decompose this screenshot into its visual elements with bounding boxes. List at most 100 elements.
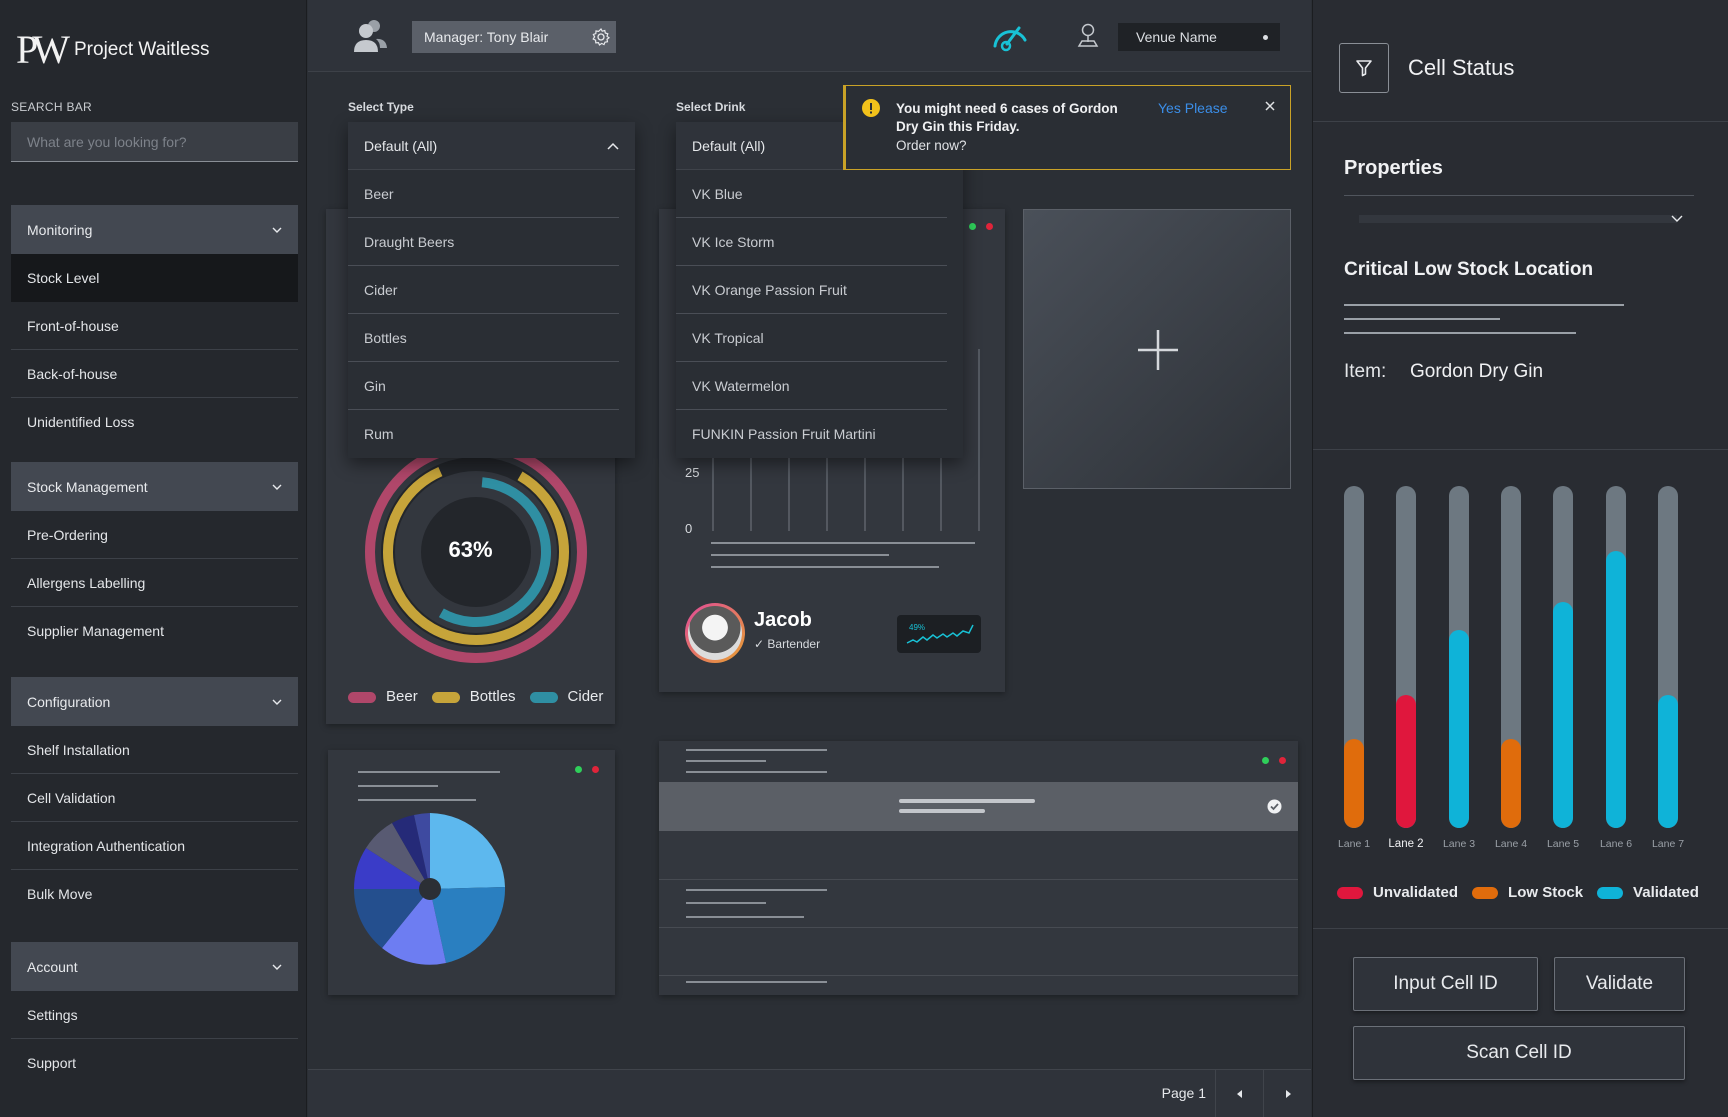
search-label: SEARCH BAR [11,100,93,114]
item-label: Item: [1344,361,1387,382]
prev-page-button[interactable] [1215,1070,1263,1117]
lane-fill-5 [1553,602,1573,828]
nav-group-configuration: Configuration Shelf Installation Cell Va… [11,677,298,918]
type-option[interactable]: Draught Beers [348,218,619,266]
lane-bar-2[interactable] [1396,486,1416,828]
lane-fill-1 [1344,739,1364,828]
pie-card [328,750,615,995]
filter-icon [1356,60,1372,77]
scan-cell-id-button[interactable]: Scan Cell ID [1353,1026,1685,1080]
page-label: Page 1 [1161,1085,1206,1101]
divider [1313,449,1728,450]
location-pin-icon[interactable] [1076,22,1100,48]
nav-head-label: Monitoring [27,221,93,238]
check-icon: ✓ [754,637,768,651]
lane-bar-3[interactable] [1449,486,1469,828]
alert-action-link[interactable]: Yes Please [1158,100,1228,116]
type-option[interactable]: Gin [348,362,619,410]
stock-alert: You might need 6 cases of Gordon Dry Gin… [843,85,1291,170]
select-type-dropdown: Default (All) Beer Draught Beers Cider B… [348,122,635,458]
lane-bar-4[interactable] [1501,486,1521,828]
venue-select[interactable]: Venue Name [1118,23,1280,51]
caret-right-icon [1285,1090,1291,1098]
sidebar-item-pre-ordering[interactable]: Pre-Ordering [11,511,298,559]
sidebar-item-bulk-move[interactable]: Bulk Move [11,870,298,918]
type-option[interactable]: Rum [348,410,619,458]
status-dot-green [1262,757,1269,764]
gauge-icon[interactable] [990,18,1030,52]
row-divider [659,975,1298,976]
sidebar-item-stock-level[interactable]: Stock Level [11,254,298,302]
sidebar-item-supplier-management[interactable]: Supplier Management [11,607,298,655]
drink-option[interactable]: VK Tropical [676,314,947,362]
sidebar-item-cell-validation[interactable]: Cell Validation [11,774,298,822]
nav-head-label: Account [27,958,78,975]
chevron-up-icon [607,142,619,150]
drink-option[interactable]: VK Orange Passion Fruit [676,266,947,314]
lane-bar-6[interactable] [1606,486,1626,828]
sidebar-item-integration-authentication[interactable]: Integration Authentication [11,822,298,870]
manager-select[interactable]: Manager: Tony Blair [412,21,616,53]
lane-bar-7[interactable] [1658,486,1678,828]
sidebar-item-back-of-house[interactable]: Back-of-house [11,350,298,398]
drink-option[interactable]: FUNKIN Passion Fruit Martini [676,410,947,458]
lane-fill-2 [1396,695,1416,828]
sparkline-chart [906,624,974,644]
chevron-down-icon[interactable] [1671,214,1683,224]
drink-option[interactable]: VK Watermelon [676,362,947,410]
type-option[interactable]: Cider [348,266,619,314]
select-type-value: Default (All) [364,137,438,154]
placeholder-line [1344,332,1576,334]
sidebar-item-allergens-labelling[interactable]: Allergens Labelling [11,559,298,607]
placeholder-line [686,749,827,751]
properties-select[interactable] [1359,215,1677,223]
app-logo[interactable]: PW Project Waitless [16,30,210,70]
nav-head-configuration[interactable]: Configuration [11,677,298,726]
drink-option[interactable]: VK Blue [676,170,947,218]
nav-head-monitoring[interactable]: Monitoring [11,205,298,254]
type-option[interactable]: Beer [348,170,619,218]
next-page-button[interactable] [1263,1070,1311,1117]
placeholder-line [899,799,1035,803]
list-row-selected[interactable] [659,782,1298,831]
lane-label-7: Lane 7 [1651,838,1685,850]
select-type-toggle[interactable]: Default (All) [348,122,635,170]
venue-label: Venue Name [1136,29,1217,45]
sidebar-item-unidentified-loss[interactable]: Unidentified Loss [11,398,298,446]
sidebar-item-front-of-house[interactable]: Front-of-house [11,302,298,350]
lane-legend: Unvalidated Low Stock Validated [1337,884,1699,901]
type-option[interactable]: Bottles [348,314,619,362]
add-widget-card[interactable] [1023,209,1291,489]
row-divider [659,879,1298,880]
lane-fill-4 [1501,739,1521,828]
gear-icon[interactable] [592,28,610,46]
y-tick-0: 0 [685,521,693,536]
sidebar-item-support[interactable]: Support [11,1039,298,1087]
legend-low-stock: Low Stock [1472,884,1583,901]
close-icon[interactable] [1264,100,1276,112]
filter-button[interactable] [1339,43,1389,93]
sidebar-item-settings[interactable]: Settings [11,991,298,1039]
lane-bar-5[interactable] [1553,486,1573,828]
users-icon[interactable] [354,18,388,52]
lane-bar-1[interactable] [1344,486,1364,828]
lane-label-6: Lane 6 [1599,838,1633,850]
validate-button[interactable]: Validate [1554,957,1685,1011]
status-dot-green [575,766,582,773]
item-value: Gordon Dry Gin [1410,361,1544,382]
avatar[interactable] [685,603,745,663]
sidebar-item-shelf-installation[interactable]: Shelf Installation [11,726,298,774]
placeholder-line [686,902,766,904]
nav-head-account[interactable]: Account [11,942,298,991]
drink-option[interactable]: VK Ice Storm [676,218,947,266]
search-input[interactable] [11,122,298,162]
placeholder-line [1344,304,1624,306]
input-cell-id-button[interactable]: Input Cell ID [1353,957,1538,1011]
nav-head-stock-management[interactable]: Stock Management [11,462,298,511]
avatar-image [688,606,742,660]
top-bar: Manager: Tony Blair Venue Name [308,0,1311,72]
person-name: Jacob [754,609,812,631]
legend-bottles: Bottles [431,688,516,705]
chevron-down-icon [272,227,282,233]
divider [1313,928,1728,929]
